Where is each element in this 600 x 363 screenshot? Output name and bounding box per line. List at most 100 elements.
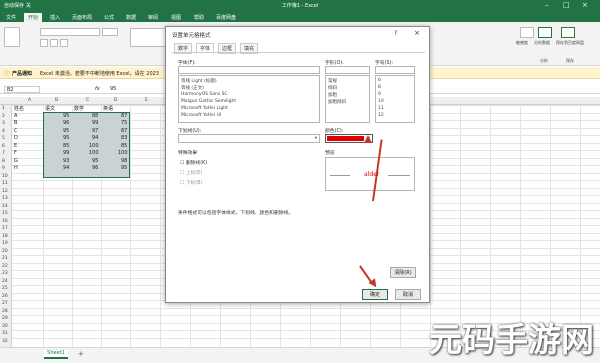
size-item[interactable]: 10 [378, 99, 384, 104]
row-number[interactable]: 18 [2, 234, 8, 239]
checkbox-strikethrough[interactable]: ☐ 删除线(K) [180, 159, 207, 166]
style-item[interactable]: 加粗倾斜 [328, 99, 346, 105]
table-cell[interactable]: 85 [63, 143, 69, 149]
row-number[interactable]: 24 [2, 279, 8, 284]
style-input[interactable] [325, 66, 370, 74]
table-cell[interactable]: 99 [63, 150, 69, 156]
italic-icon[interactable] [50, 39, 58, 47]
table-cell[interactable]: 95 [121, 165, 127, 171]
table-cell[interactable]: 85 [121, 143, 127, 149]
row-number[interactable]: 29 [2, 316, 8, 321]
row-number[interactable]: 28 [2, 309, 8, 314]
table-cell[interactable]: 83 [121, 135, 127, 141]
checkbox-superscript[interactable]: ☐ 上标(E) [180, 169, 202, 176]
font-item[interactable]: Malgun Gothic Semilight [181, 99, 236, 104]
table-cell[interactable]: 93 [63, 158, 69, 164]
table-cell[interactable]: C [14, 128, 18, 134]
table-cell[interactable]: 94 [92, 135, 98, 141]
col-c[interactable]: C [86, 98, 89, 103]
font-item[interactable]: 等线 Light (标题) [181, 78, 217, 84]
row-number[interactable]: 15 [2, 211, 8, 216]
row-number[interactable]: 19 [2, 241, 8, 246]
row-number[interactable]: 9 [2, 166, 5, 171]
size-item[interactable]: 9 [378, 92, 381, 97]
table-cell[interactable]: 87 [121, 113, 127, 119]
font-item[interactable]: Microsoft YaHei Light [181, 106, 228, 111]
analyze-data-icon[interactable] [538, 27, 552, 38]
clear-button[interactable]: 清除(R) [390, 267, 416, 278]
row-number[interactable]: 20 [2, 249, 8, 254]
table-cell[interactable]: F [14, 150, 17, 156]
col-b[interactable]: B [55, 98, 58, 103]
table-cell[interactable]: 87 [121, 128, 127, 134]
paste-icon[interactable] [4, 27, 20, 47]
tab-page-layout[interactable]: 页面布局 [72, 14, 92, 21]
maximize-icon[interactable]: □ [563, 1, 570, 9]
table-cell[interactable]: 100 [118, 150, 128, 156]
table-cell[interactable]: 100 [89, 150, 99, 156]
header-cell[interactable]: 数学 [74, 105, 84, 112]
row-number[interactable]: 5 [2, 136, 5, 141]
table-cell[interactable]: E [14, 143, 17, 149]
table-cell[interactable]: 100 [89, 143, 99, 149]
underline-select[interactable]: ▾ [178, 134, 320, 143]
table-cell[interactable]: 96 [63, 120, 69, 126]
ok-button[interactable]: 确定 [362, 289, 388, 300]
table-cell[interactable]: 99 [92, 120, 98, 126]
row-number[interactable]: 6 [2, 144, 5, 149]
col-e[interactable]: E [145, 98, 148, 103]
row-number[interactable]: 11 [2, 181, 8, 186]
baidu-save-icon[interactable] [561, 27, 575, 38]
sensitivity-icon[interactable] [520, 27, 534, 38]
minimize-icon[interactable]: – [545, 1, 549, 9]
row-number[interactable]: 30 [2, 324, 8, 329]
table-cell[interactable]: 97 [92, 128, 98, 134]
table-cell[interactable]: B [14, 120, 17, 126]
row-number[interactable]: 22 [2, 264, 8, 269]
row-number[interactable]: 12 [2, 189, 8, 194]
style-list[interactable]: 常规 倾斜 加粗 加粗倾斜 [325, 75, 370, 123]
size-item[interactable]: 12 [378, 113, 384, 118]
row-number[interactable]: 31 [2, 331, 8, 336]
fx-icon[interactable]: fx [95, 86, 100, 92]
sheet-tab[interactable]: Sheet1 [44, 350, 68, 359]
tab-baidu[interactable]: 百度网盘 [216, 14, 236, 21]
underline-icon[interactable] [60, 39, 68, 47]
table-cell[interactable]: 95 [63, 135, 69, 141]
table-cell[interactable]: 95 [63, 113, 69, 119]
table-cell[interactable]: 95 [63, 128, 69, 134]
row-number[interactable]: 8 [2, 159, 5, 164]
row-number[interactable]: 13 [2, 196, 8, 201]
font-list[interactable]: 等线 Light (标题) 等线 (正文) HarmonyOS Sans SC … [178, 75, 320, 123]
formula-input[interactable]: 95 [110, 86, 116, 92]
tab-review[interactable]: 审阅 [148, 14, 158, 21]
row-number[interactable]: 21 [2, 256, 8, 261]
tab-file[interactable]: 文件 [6, 14, 16, 21]
row-number[interactable]: 26 [2, 294, 8, 299]
table-cell[interactable]: 94 [63, 165, 69, 171]
tab-formulas[interactable]: 公式 [104, 14, 114, 21]
header-cell[interactable]: 英语 [103, 105, 113, 112]
col-d[interactable]: D [114, 98, 117, 103]
close-icon[interactable]: × [582, 1, 588, 9]
font-input[interactable] [178, 66, 320, 74]
font-item[interactable]: HarmonyOS Sans SC [181, 92, 228, 97]
font-item[interactable]: 等线 (正文) [181, 85, 204, 91]
row-number[interactable]: 25 [2, 286, 8, 291]
style-item[interactable]: 加粗 [328, 92, 337, 98]
row-number[interactable]: 32 [2, 339, 8, 344]
alignment-group[interactable] [130, 28, 170, 47]
col-a[interactable]: A [28, 98, 31, 103]
font-item[interactable]: Microsoft YaHei UI [181, 113, 221, 118]
size-item[interactable]: 6 [378, 78, 381, 83]
row-number[interactable]: 1 [2, 106, 5, 111]
size-list[interactable]: 6 8 9 10 11 12 [375, 75, 415, 123]
tab-home[interactable]: 开始 [24, 13, 43, 22]
size-input[interactable] [375, 66, 415, 74]
header-cell[interactable]: 语文 [45, 105, 55, 112]
table-cell[interactable]: H [14, 165, 18, 171]
table-cell[interactable]: G [14, 158, 18, 164]
add-sheet-icon[interactable]: + [78, 350, 84, 358]
table-cell[interactable]: 98 [121, 158, 127, 164]
font-name-box[interactable] [40, 28, 100, 36]
